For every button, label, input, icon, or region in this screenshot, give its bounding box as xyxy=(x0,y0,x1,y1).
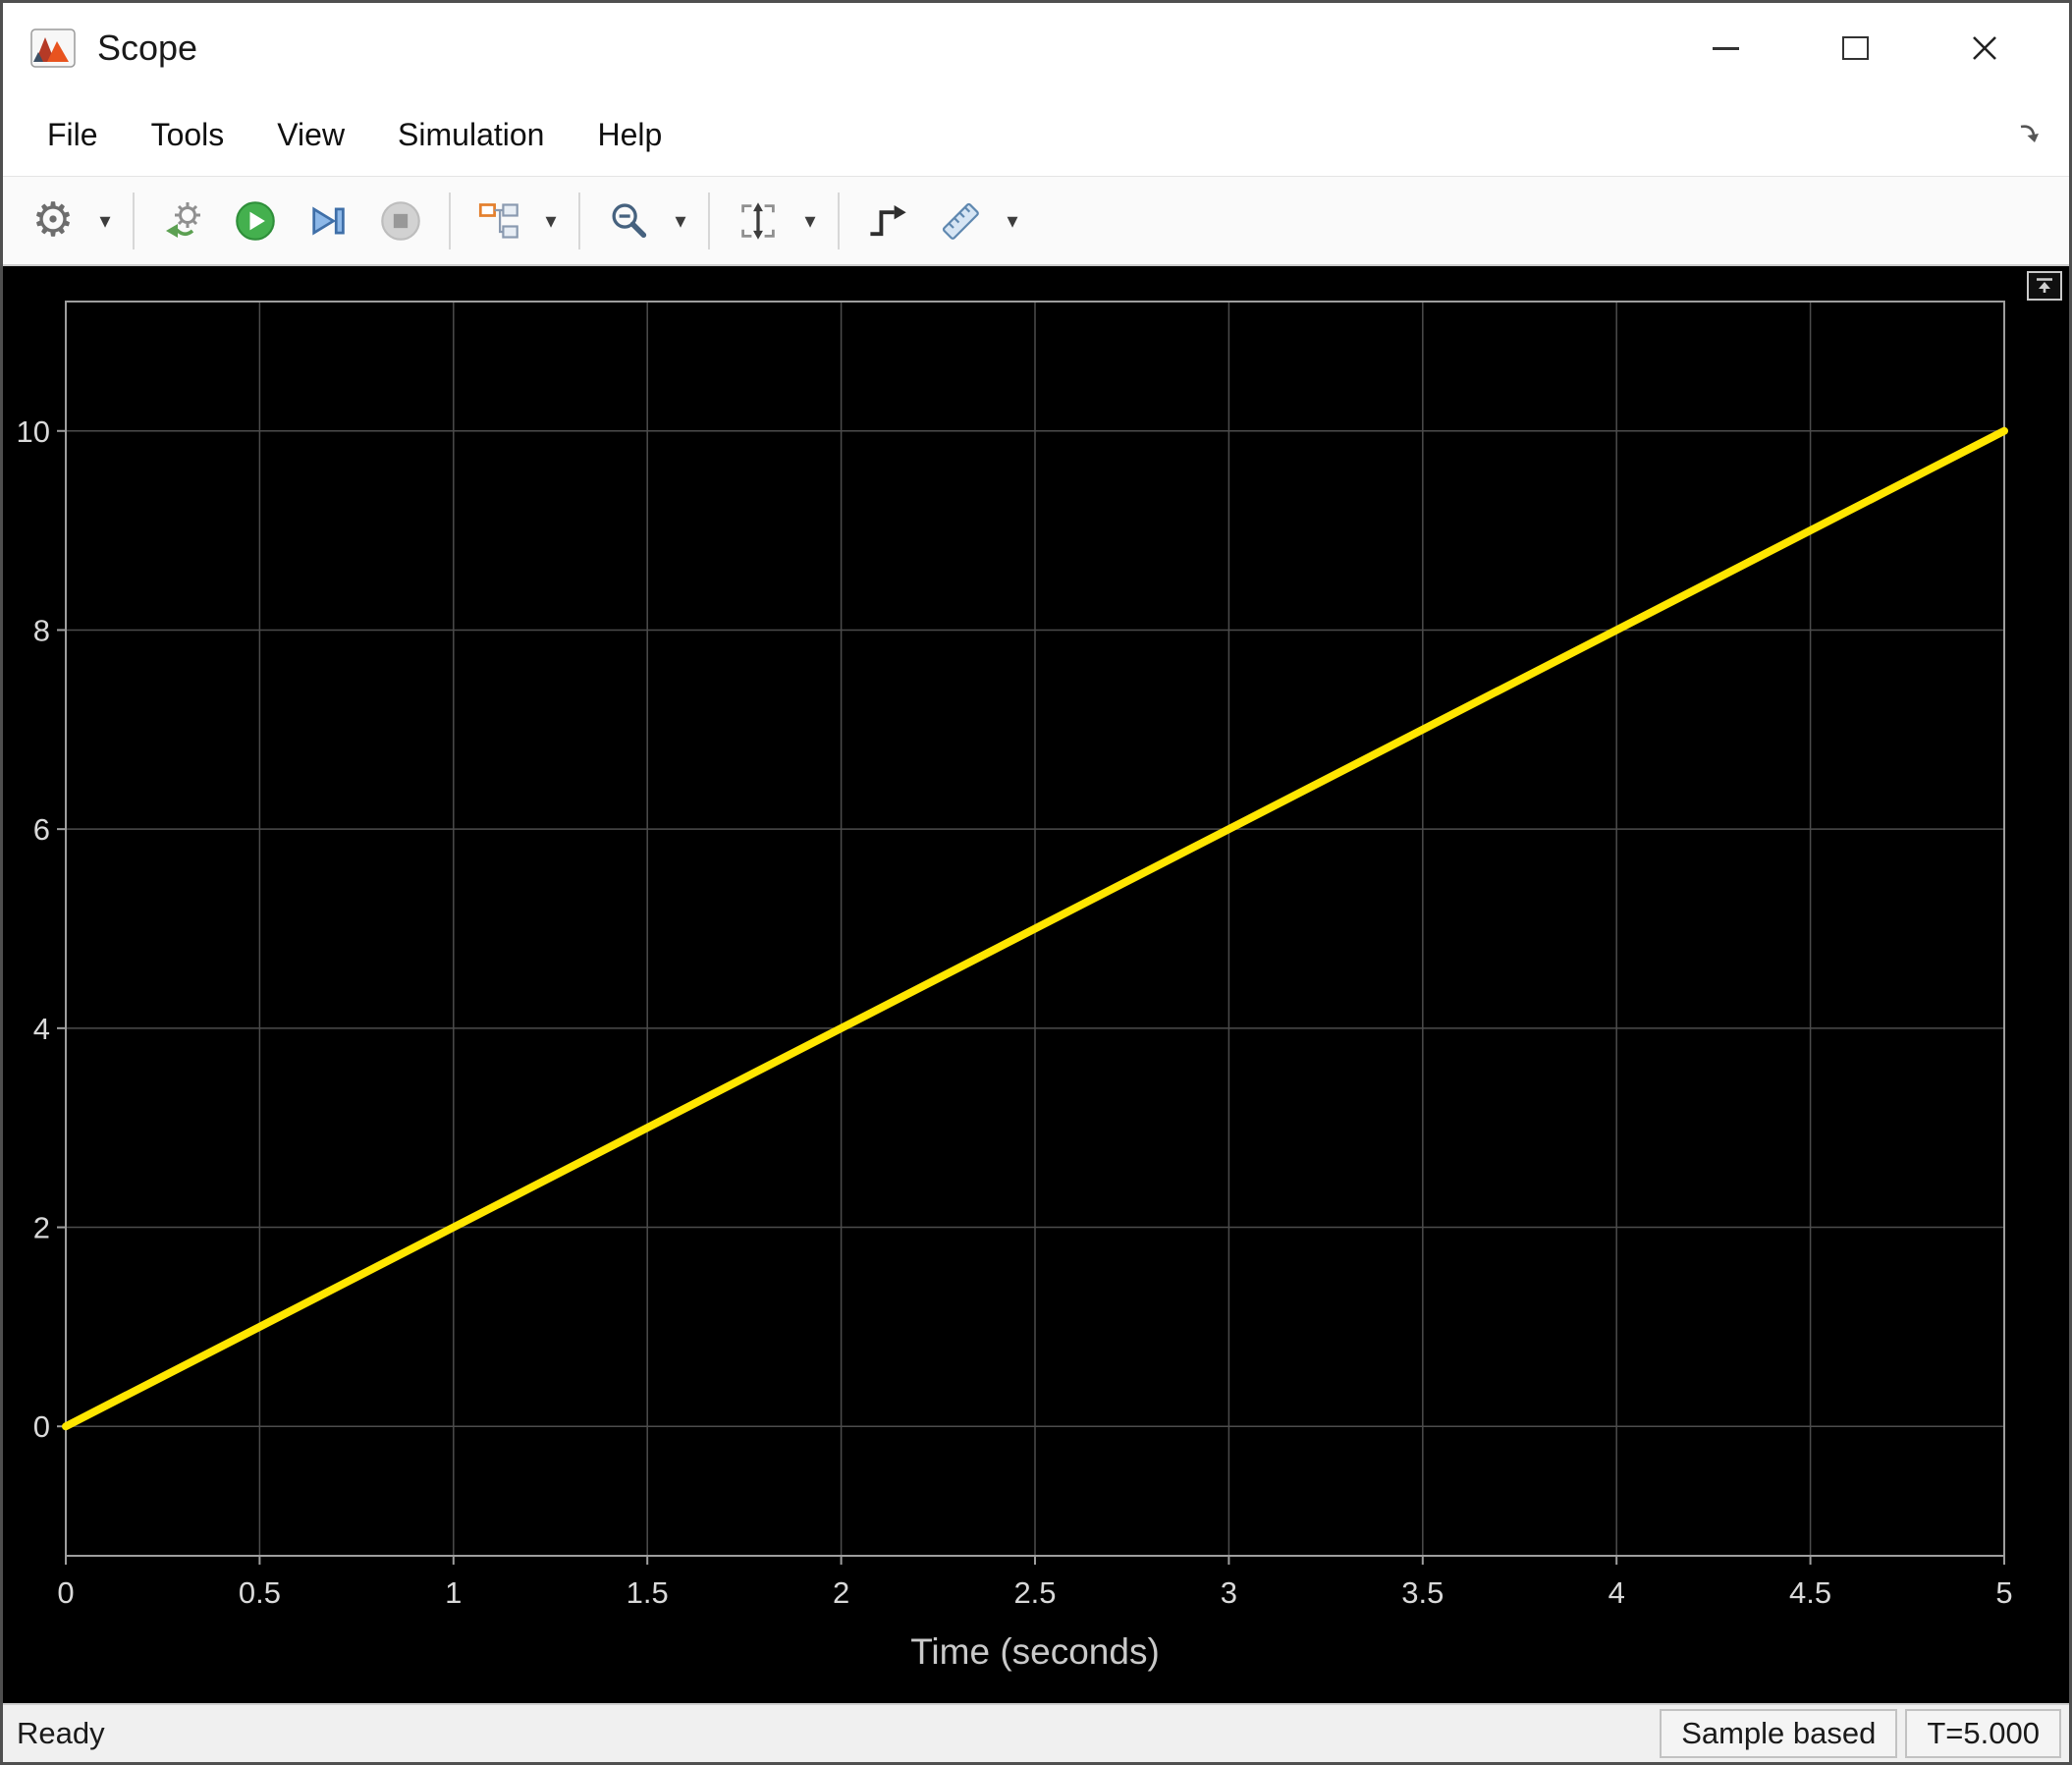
toolbar: ⚙ ▾ xyxy=(3,176,2069,266)
menu-simulation[interactable]: Simulation xyxy=(371,107,571,163)
svg-text:2: 2 xyxy=(833,1575,849,1610)
status-bar: Ready Sample based T=5.000 xyxy=(3,1703,2069,1762)
highlight-block-group: ▾ xyxy=(463,185,567,257)
svg-text:0.5: 0.5 xyxy=(239,1575,281,1610)
step-back-icon xyxy=(160,200,205,242)
svg-text:5: 5 xyxy=(1995,1575,2012,1610)
menu-tools[interactable]: Tools xyxy=(125,107,251,163)
menu-bar: File Tools View Simulation Help xyxy=(3,93,2069,176)
menu-file[interactable]: File xyxy=(21,107,125,163)
window-controls xyxy=(1661,3,2049,93)
minimize-button[interactable] xyxy=(1661,3,1790,93)
maximize-icon xyxy=(1842,36,1869,60)
toolbar-separator xyxy=(578,193,580,249)
svg-text:1.5: 1.5 xyxy=(627,1575,669,1610)
settings-group: ⚙ ▾ xyxy=(17,185,121,257)
simulink-scope-icon xyxy=(30,28,76,68)
title-bar: Scope xyxy=(3,3,2069,93)
fit-to-view-dropdown[interactable]: ▾ xyxy=(794,185,826,257)
stop-button[interactable] xyxy=(364,185,437,257)
trigger-button[interactable] xyxy=(851,185,924,257)
svg-text:1: 1 xyxy=(445,1575,462,1610)
cursor-measurements-button[interactable] xyxy=(924,185,997,257)
sample-mode-indicator: Sample based xyxy=(1660,1709,1897,1758)
scope-window: Scope File Tools View Simulation Help xyxy=(0,0,2072,1765)
fit-to-view-group: ▾ xyxy=(722,185,826,257)
toolbar-separator xyxy=(708,193,710,249)
zoom-icon xyxy=(607,199,650,243)
close-icon xyxy=(1970,33,1999,63)
step-forward-icon xyxy=(306,199,350,243)
svg-text:4.5: 4.5 xyxy=(1789,1575,1831,1610)
svg-text:0: 0 xyxy=(33,1409,50,1444)
run-button[interactable] xyxy=(219,185,292,257)
svg-text:8: 8 xyxy=(33,613,50,647)
svg-text:3: 3 xyxy=(1221,1575,1237,1610)
zoom-button[interactable] xyxy=(592,185,665,257)
ruler-icon xyxy=(939,199,982,243)
run-icon xyxy=(234,199,277,243)
svg-text:10: 10 xyxy=(17,414,50,449)
scope-plot-area[interactable]: 0 0.5 1 1.5 2 2.5 3 3.5 4 4.5 5 0 2 4 6 8 10 Time (second… xyxy=(3,266,2069,1703)
dock-button[interactable] xyxy=(2016,121,2044,148)
toolbar-separator xyxy=(133,193,135,249)
fit-to-view-button[interactable] xyxy=(722,185,794,257)
window-title: Scope xyxy=(97,28,197,69)
measurements-group: ▾ xyxy=(851,185,1028,257)
svg-text:Time (seconds): Time (seconds) xyxy=(910,1631,1160,1672)
maximize-button[interactable] xyxy=(1790,3,1920,93)
svg-text:0: 0 xyxy=(57,1575,74,1610)
svg-text:6: 6 xyxy=(33,812,50,847)
simulation-controls-group xyxy=(146,185,437,257)
gear-icon: ⚙ xyxy=(31,197,74,245)
close-button[interactable] xyxy=(1920,3,2049,93)
status-indicators: Sample based T=5.000 xyxy=(1660,1709,2069,1758)
toolbar-separator xyxy=(449,193,451,249)
zoom-group: ▾ xyxy=(592,185,696,257)
step-back-button[interactable] xyxy=(146,185,219,257)
show-plot-toolbar-button[interactable] xyxy=(2027,271,2062,301)
highlight-block-dropdown[interactable]: ▾ xyxy=(535,185,567,257)
arrow-up-to-bar-icon xyxy=(2034,276,2055,296)
stop-icon xyxy=(379,199,422,243)
scope-chart: 0 0.5 1 1.5 2 2.5 3 3.5 4 4.5 5 0 2 4 6 8 10 Time (second… xyxy=(3,266,2069,1703)
simulation-time-indicator: T=5.000 xyxy=(1905,1709,2061,1758)
svg-text:2: 2 xyxy=(33,1211,50,1245)
svg-text:4: 4 xyxy=(1609,1575,1625,1610)
menu-view[interactable]: View xyxy=(250,107,371,163)
toolbar-separator xyxy=(838,193,840,249)
svg-text:4: 4 xyxy=(33,1012,50,1046)
status-text: Ready xyxy=(3,1716,105,1751)
menu-help[interactable]: Help xyxy=(571,107,688,163)
svg-text:2.5: 2.5 xyxy=(1013,1575,1056,1610)
settings-button[interactable]: ⚙ xyxy=(17,185,89,257)
zoom-dropdown[interactable]: ▾ xyxy=(665,185,696,257)
simulink-blocks-icon xyxy=(477,199,520,243)
settings-dropdown[interactable]: ▾ xyxy=(89,185,121,257)
step-forward-button[interactable] xyxy=(292,185,364,257)
measurements-dropdown[interactable]: ▾ xyxy=(997,185,1028,257)
svg-text:3.5: 3.5 xyxy=(1401,1575,1444,1610)
highlight-simulink-block-button[interactable] xyxy=(463,185,535,257)
minimize-icon xyxy=(1713,47,1739,50)
trigger-icon xyxy=(866,199,909,243)
dock-arrow-icon xyxy=(2016,121,2044,148)
fit-to-view-icon xyxy=(736,199,780,243)
